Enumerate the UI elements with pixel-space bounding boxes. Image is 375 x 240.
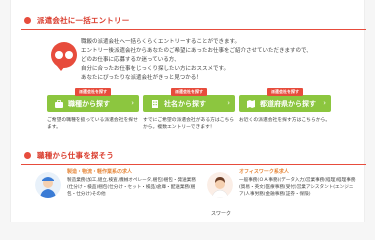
section-underline: [21, 164, 366, 165]
section-dot-icon: [24, 151, 31, 159]
building-icon: [152, 99, 158, 108]
button-description: ご希望の職種を扱っている派遣会社を探せます。: [47, 118, 138, 130]
chevron-right-icon: ›: [131, 99, 134, 107]
intro-text: 職飯の派遣会社へ一括らくらくエントリーすることができます。 エントリー後派遣会社…: [81, 39, 312, 81]
section-underline: [21, 29, 366, 30]
section-title: 派遣会社に一括エントリー: [37, 15, 130, 25]
job-category-title[interactable]: 製造・物流・軽作業系の求人: [67, 168, 197, 175]
job-category-list[interactable]: 製造業務(加工,組立,検査,機械オペレータ,梱包)梱包・発送業務(仕分け・検品)…: [67, 177, 197, 198]
button-badge: 派遣会社を探す: [75, 88, 111, 96]
section-header-bulk-entry: 派遣会社に一括エントリー: [21, 10, 366, 30]
section-header-occupation: 職種から仕事を探そう: [21, 145, 366, 165]
button-label: 職種から探す: [68, 99, 110, 108]
job-category-manufacturing[interactable]: 製造・物流・軽作業系の求人 製造業務(加工,組立,検査,機械オペレータ,梱包)梱…: [67, 168, 197, 198]
search-by-occupation-button[interactable]: 派遣会社を探す 職種から探す ›: [47, 88, 139, 112]
briefcase-icon: [55, 99, 63, 108]
chevron-right-icon: ›: [227, 99, 230, 107]
job-category-title[interactable]: オフィスワーク系求人: [239, 168, 357, 175]
search-by-company-button[interactable]: 派遣会社を探す 社名から探す ›: [143, 88, 235, 112]
chat-bubble-icon: [51, 42, 77, 71]
section-title: 職種から仕事を探そう: [37, 150, 114, 160]
search-by-prefecture-button[interactable]: 派遣会社を探す 都道府県から探す ›: [239, 88, 331, 112]
button-label: 社名から探す: [164, 99, 206, 108]
footer-caption: スワーク: [211, 211, 232, 217]
content-panel: 派遣会社に一括エントリー 職飯の派遣会社へ一括らくらくエントリーすることができま…: [10, 0, 366, 222]
factory-worker-avatar: [35, 172, 61, 198]
button-description: お近くの派遣会社を探す方はこちらから。: [239, 118, 331, 123]
map-icon: [247, 99, 255, 108]
button-description: すでにご希望の派遣会社がある方はこちらから。複数エントリーできます！: [143, 118, 235, 130]
chevron-right-icon: ›: [323, 99, 326, 107]
button-badge: 派遣会社を探す: [267, 88, 303, 96]
button-label: 都道府県から探す: [260, 99, 316, 108]
job-category-list[interactable]: 一般事務(ＯＡ事務)(データ入力)営業事務(経理)経理事務(貿易・英文)医療事務…: [239, 177, 357, 198]
button-badge: 派遣会社を探す: [171, 88, 207, 96]
office-worker-avatar: [207, 172, 233, 198]
section-dot-icon: [24, 16, 31, 24]
job-category-office[interactable]: オフィスワーク系求人 一般事務(ＯＡ事務)(データ入力)営業事務(経理)経理事務…: [239, 168, 357, 198]
